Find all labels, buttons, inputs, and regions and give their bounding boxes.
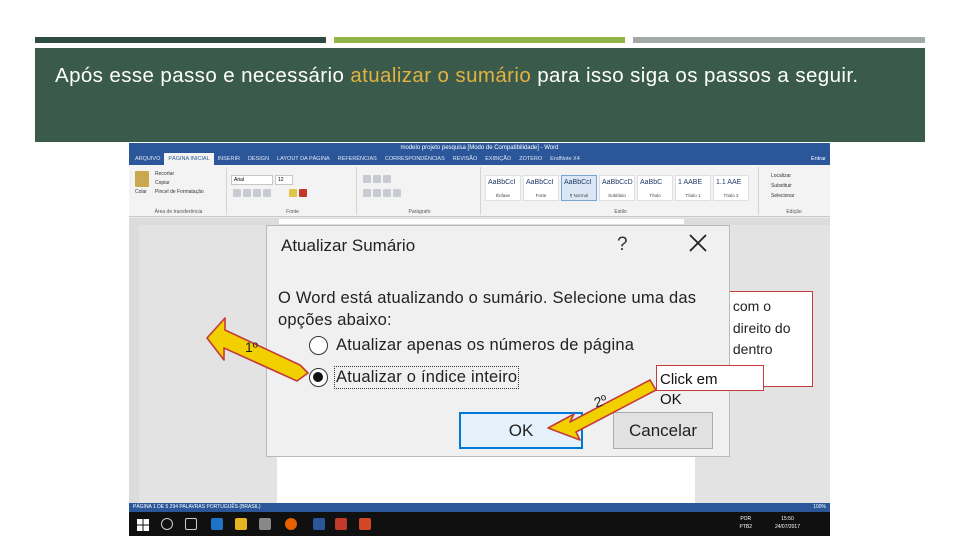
arrow-step-2 — [547, 379, 657, 441]
step-1-label: 1º — [245, 339, 258, 355]
slide: Após esse passo e necessário atualizar o… — [0, 0, 960, 540]
step-arrows — [206, 317, 657, 441]
